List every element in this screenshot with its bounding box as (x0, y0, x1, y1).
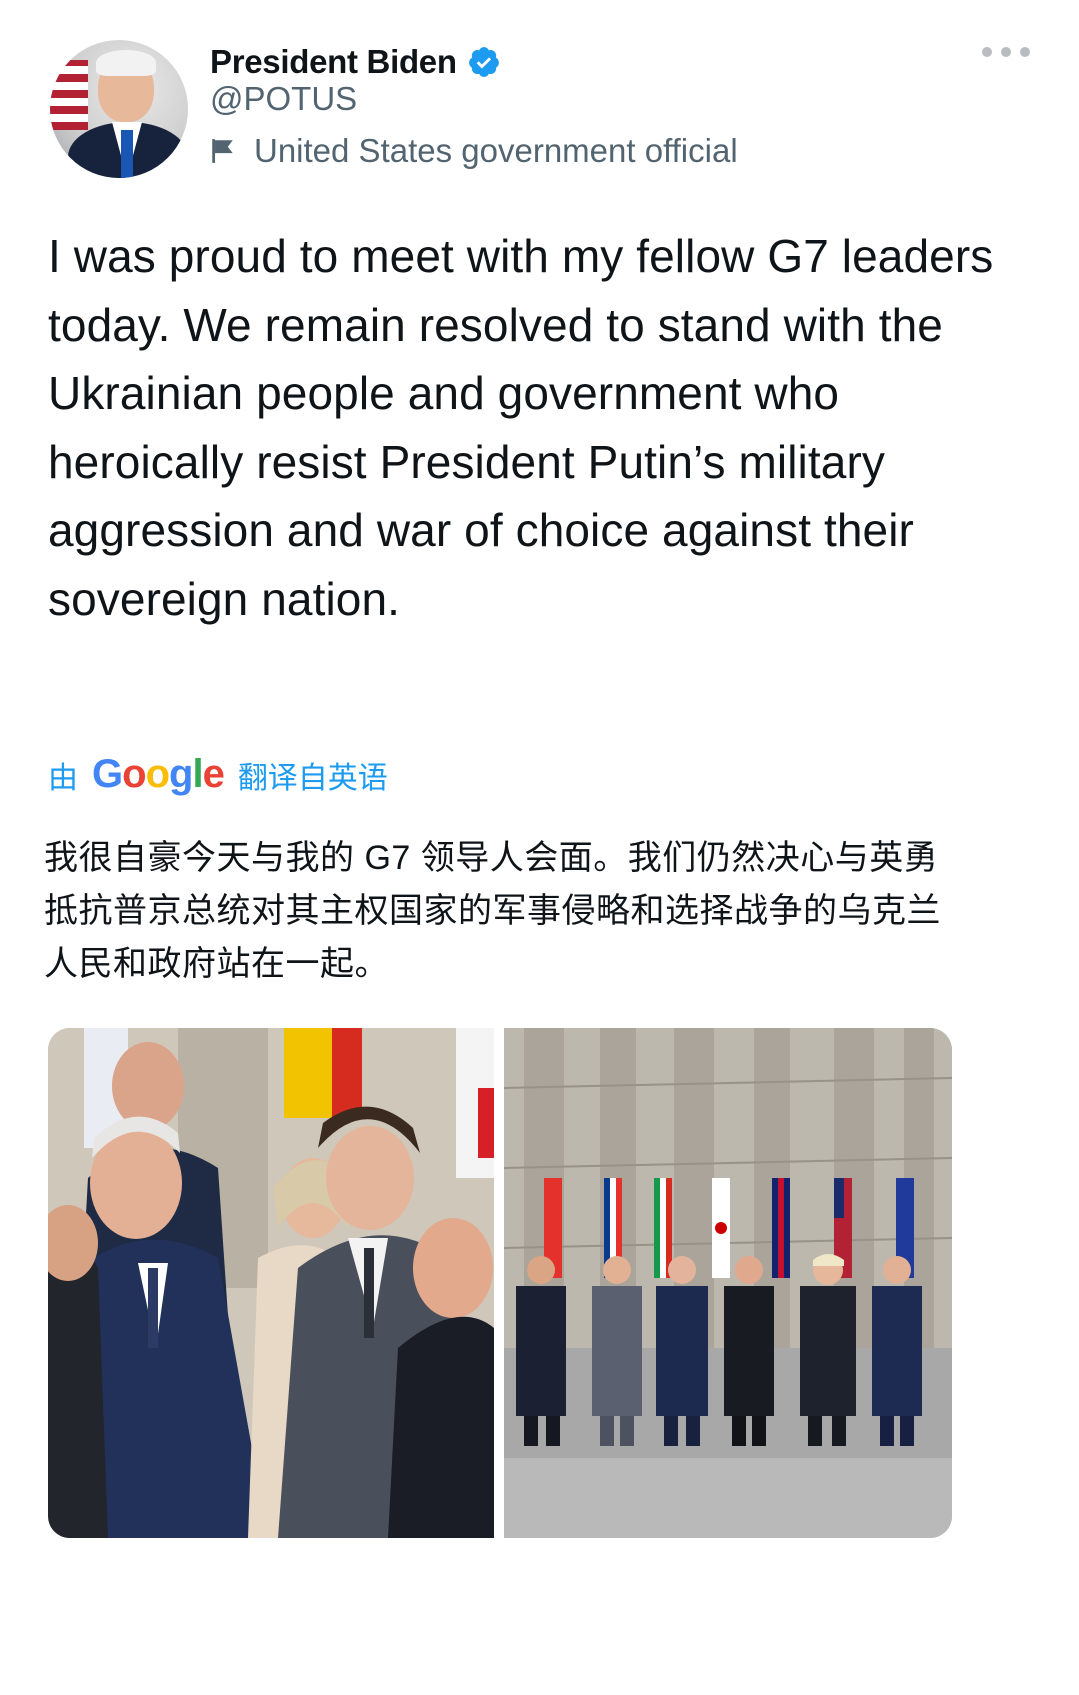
author-name-row: President Biden (210, 40, 501, 84)
translated-text: 我很自豪今天与我的 G7 领导人会面。我们仍然决心与英勇抵抗普京总统对其主权国家… (44, 839, 941, 983)
flag-icon (50, 60, 88, 130)
tweet-text: I was proud to meet with my fellow G7 le… (48, 230, 994, 625)
photo-g7-group-image (504, 1028, 952, 1538)
tweet-media (48, 1028, 952, 1538)
translation-attribution[interactable]: 由 Google 翻译自英语 (48, 752, 388, 797)
account-label-text: United States government official (254, 132, 738, 169)
photo-leaders-greeting[interactable] (48, 1028, 494, 1538)
google-logo: Google (92, 752, 225, 796)
author-handle[interactable]: @POTUS (210, 80, 357, 118)
photo-leaders-greeting-image (48, 1028, 494, 1538)
tweet-header: President Biden @POTUS United States gov… (50, 40, 1030, 190)
flag-icon (212, 139, 233, 163)
translation-prefix: 由 (48, 761, 78, 795)
verified-badge-icon (468, 47, 499, 77)
account-label: United States government official (210, 132, 738, 170)
more-horizontal-icon[interactable] (982, 42, 1030, 62)
translation-suffix: 翻译自英语 (237, 761, 388, 795)
photo-g7-group[interactable] (504, 1028, 952, 1538)
avatar[interactable] (50, 40, 188, 178)
author-name[interactable]: President Biden (210, 43, 457, 81)
